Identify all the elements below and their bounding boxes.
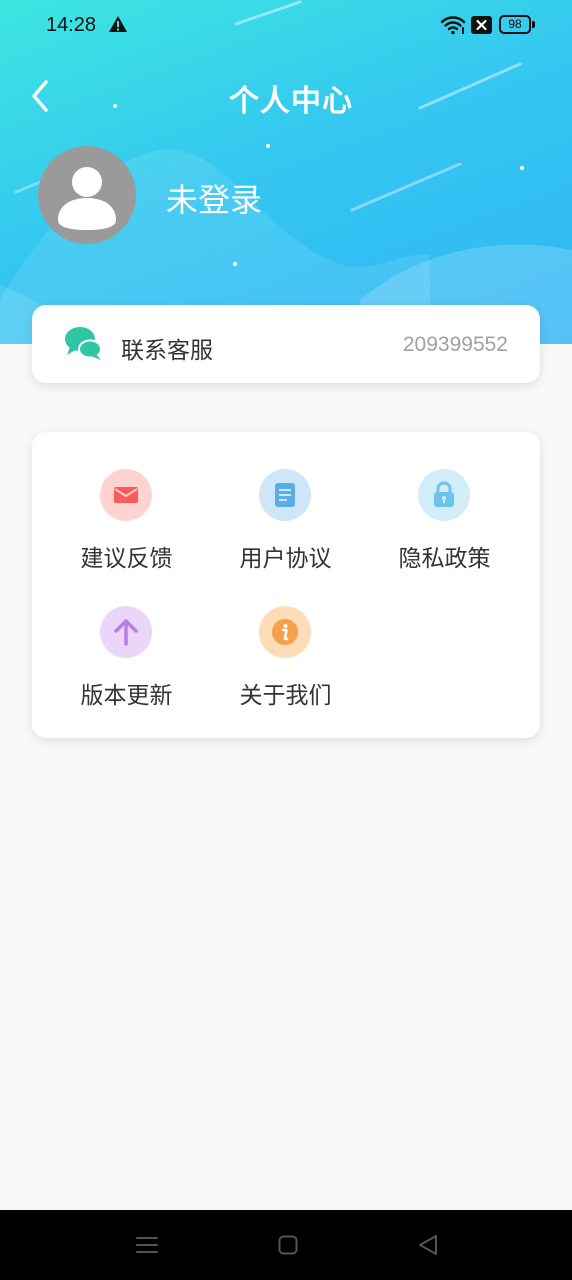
back-icon[interactable]: [417, 1234, 439, 1256]
status-bar: 14:28 98: [0, 0, 572, 52]
document-icon: [259, 469, 311, 521]
menu-item-user-agreement[interactable]: 用户协议: [206, 469, 365, 589]
arrow-up-icon: [100, 606, 152, 658]
menu-label: 关于我们: [239, 683, 332, 709]
mail-icon: [100, 469, 152, 521]
user-avatar-icon: [58, 167, 116, 230]
contact-service-card[interactable]: 联系客服 209399552: [32, 305, 540, 383]
login-status[interactable]: 未登录: [166, 175, 262, 221]
menu-label: 隐私政策: [398, 546, 491, 572]
system-nav-bar: [0, 1210, 572, 1280]
battery-icon: 98: [499, 15, 535, 34]
chat-bubbles-icon: [65, 327, 102, 360]
contact-number: 209399552: [402, 333, 508, 356]
wifi-icon: [440, 16, 466, 35]
notification-x-icon: [471, 16, 492, 34]
menu-label: 版本更新: [80, 683, 173, 709]
battery-level: 98: [499, 15, 531, 34]
avatar[interactable]: [38, 146, 136, 244]
warning-icon: [109, 16, 127, 32]
menu-item-privacy-policy[interactable]: 隐私政策: [365, 469, 524, 589]
page-title: 个人中心: [229, 84, 353, 119]
lock-icon: [418, 469, 470, 521]
menu-item-feedback[interactable]: 建议反馈: [47, 469, 206, 589]
menu-label: 用户协议: [239, 546, 332, 572]
menu-label: 建议反馈: [80, 546, 173, 572]
menu-grid-card: 建议反馈 用户协议 隐私政策 版本更新 关于我们: [32, 432, 540, 738]
menu-icon[interactable]: [136, 1234, 158, 1256]
status-time: 14:28: [46, 14, 97, 36]
menu-item-version-update[interactable]: 版本更新: [47, 606, 206, 726]
menu-item-about-us[interactable]: 关于我们: [206, 606, 365, 726]
home-icon[interactable]: [278, 1234, 298, 1256]
contact-label: 联系客服: [121, 338, 213, 364]
info-icon: [259, 606, 311, 658]
